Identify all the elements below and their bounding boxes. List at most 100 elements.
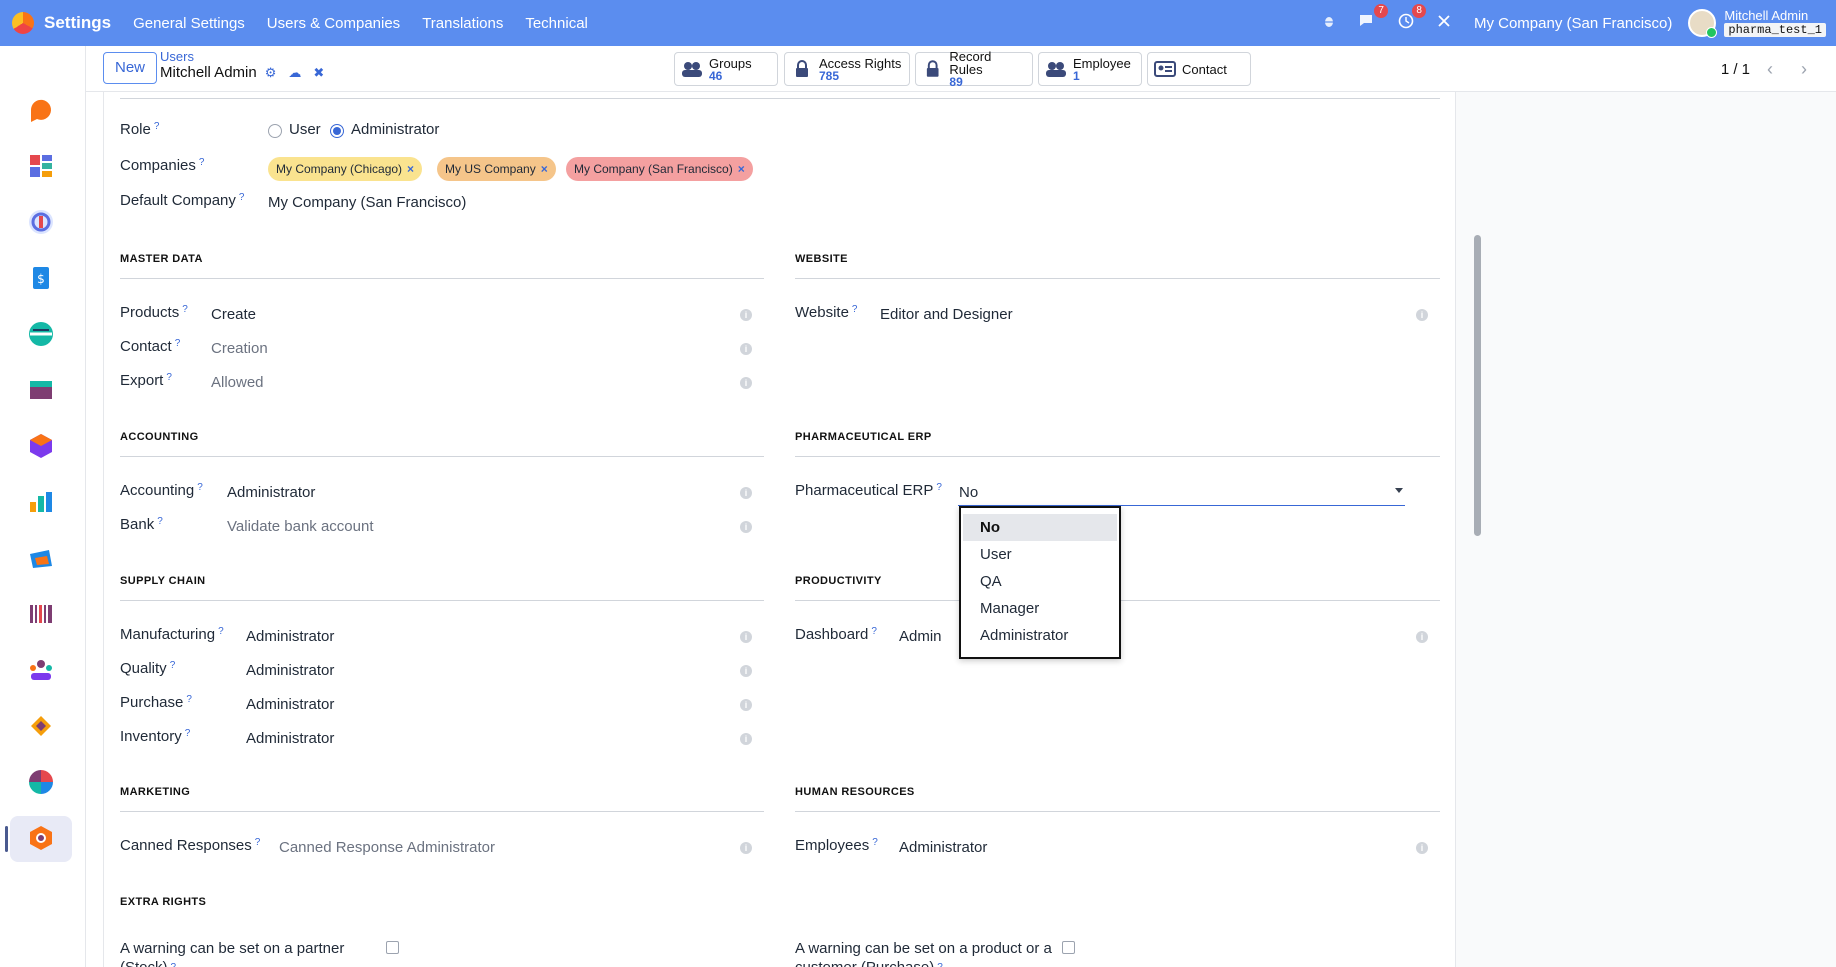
- export-value[interactable]: Allowed: [211, 374, 264, 391]
- menu-translations[interactable]: Translations: [422, 15, 503, 32]
- employees-value[interactable]: Administrator: [899, 839, 987, 856]
- role-label: Role?: [120, 121, 160, 138]
- purchase-app-icon[interactable]: [27, 544, 55, 572]
- analytics-app-icon[interactable]: [27, 768, 55, 796]
- chevron-down-icon[interactable]: [1395, 488, 1403, 493]
- user-avatar[interactable]: [1688, 9, 1718, 38]
- info-icon[interactable]: i: [740, 631, 752, 643]
- option-no[interactable]: No: [963, 514, 1117, 541]
- quality-value[interactable]: Administrator: [246, 662, 334, 679]
- company-switcher[interactable]: My Company (San Francisco): [1474, 15, 1672, 32]
- groups-smart-button[interactable]: Groups 46: [674, 52, 778, 86]
- info-icon[interactable]: i: [740, 665, 752, 677]
- info-icon[interactable]: i: [740, 487, 752, 499]
- role-admin-radio[interactable]: [330, 124, 344, 138]
- chat-icon[interactable]: 7: [1358, 4, 1388, 33]
- top-divider: [120, 98, 1440, 99]
- info-icon[interactable]: i: [740, 842, 752, 854]
- product-warning-checkbox[interactable]: [1062, 941, 1075, 954]
- pharma-app-icon[interactable]: [27, 208, 55, 236]
- pager-previous-icon[interactable]: ‹: [1756, 56, 1784, 82]
- export-label: Export?: [120, 372, 172, 389]
- products-value[interactable]: Create: [211, 306, 256, 323]
- gear-icon[interactable]: ⚙: [265, 64, 277, 82]
- app-name[interactable]: Settings: [44, 13, 111, 33]
- website-value[interactable]: Editor and Designer: [880, 306, 1013, 323]
- default-company-value[interactable]: My Company (San Francisco): [268, 194, 466, 211]
- scrollbar[interactable]: [1471, 92, 1485, 967]
- menu-users-companies[interactable]: Users & Companies: [267, 15, 400, 32]
- info-icon[interactable]: i: [1416, 842, 1428, 854]
- dashboards-app-icon[interactable]: [27, 152, 55, 180]
- tools-icon[interactable]: [1436, 13, 1452, 33]
- quality-label: Quality?: [120, 660, 176, 677]
- settings-app-icon[interactable]: [27, 824, 55, 852]
- dashboard-value[interactable]: Admin: [899, 628, 942, 645]
- record-rules-label: Record Rules: [949, 49, 992, 77]
- inventory-value[interactable]: Administrator: [246, 730, 334, 747]
- planning-app-icon[interactable]: [27, 712, 55, 740]
- breadcrumb-current: Mitchell Admin: [160, 64, 257, 81]
- contact-smart-button[interactable]: Contact: [1147, 52, 1251, 86]
- apps-menu-icon[interactable]: [12, 12, 34, 34]
- company-tag-us[interactable]: My US Company ×: [437, 157, 556, 181]
- employees-app-icon[interactable]: [27, 656, 55, 684]
- new-button[interactable]: New: [103, 52, 158, 84]
- menu-general-settings[interactable]: General Settings: [133, 15, 245, 32]
- purchase-label: Purchase?: [120, 694, 192, 711]
- option-user[interactable]: User: [963, 541, 1117, 568]
- info-icon[interactable]: i: [740, 377, 752, 389]
- company-tag-san-francisco[interactable]: My Company (San Francisco) ×: [566, 157, 753, 181]
- user-name: Mitchell Admin: [1724, 8, 1809, 23]
- menu-technical[interactable]: Technical: [525, 15, 588, 32]
- pharmaceutical-erp-select[interactable]: No: [959, 484, 978, 501]
- partner-warning-checkbox[interactable]: [386, 941, 399, 954]
- pager-next-icon[interactable]: ›: [1790, 56, 1818, 82]
- section-divider: [795, 278, 1440, 279]
- section-website: WEBSITE: [795, 253, 848, 265]
- option-qa[interactable]: QA: [963, 568, 1117, 595]
- accounting-label: Accounting?: [120, 482, 203, 499]
- scrollbar-thumb[interactable]: [1474, 235, 1481, 536]
- save-cloud-icon[interactable]: ☁: [288, 64, 301, 82]
- role-user-label[interactable]: User: [289, 121, 321, 138]
- info-icon[interactable]: i: [740, 521, 752, 533]
- info-icon[interactable]: i: [740, 733, 752, 745]
- website-label: Website?: [795, 304, 858, 321]
- canned-responses-value[interactable]: Canned Response Administrator: [279, 839, 495, 856]
- user-menu[interactable]: Mitchell Admin pharma_test_1: [1724, 9, 1826, 37]
- manufacturing-value[interactable]: Administrator: [246, 628, 334, 645]
- info-icon[interactable]: i: [740, 699, 752, 711]
- inventory-app-icon[interactable]: [27, 320, 55, 348]
- option-administrator[interactable]: Administrator: [963, 622, 1117, 649]
- contact-field-value[interactable]: Creation: [211, 340, 268, 357]
- role-user-radio[interactable]: [268, 124, 282, 138]
- barcode-app-icon[interactable]: [27, 600, 55, 628]
- role-admin-label[interactable]: Administrator: [351, 121, 439, 138]
- breadcrumb-parent[interactable]: Users: [160, 50, 324, 64]
- manufacturing-app-icon[interactable]: [27, 432, 55, 460]
- discard-icon[interactable]: ✖: [313, 64, 324, 82]
- info-icon[interactable]: i: [1416, 309, 1428, 321]
- company-tag-chicago[interactable]: My Company (Chicago) ×: [268, 157, 423, 181]
- info-icon[interactable]: i: [740, 343, 752, 355]
- info-icon[interactable]: i: [740, 309, 752, 321]
- quality-app-icon[interactable]: [27, 488, 55, 516]
- activity-clock-icon[interactable]: 8: [1398, 4, 1426, 33]
- purchase-value[interactable]: Administrator: [246, 696, 334, 713]
- accounting-value[interactable]: Administrator: [227, 484, 315, 501]
- access-rights-smart-button[interactable]: Access Rights 785: [784, 52, 910, 86]
- chat-badge: 7: [1374, 4, 1388, 18]
- employee-smart-button[interactable]: Employee 1: [1038, 52, 1142, 86]
- record-rules-smart-button[interactable]: Record Rules 89: [915, 49, 1033, 88]
- pager-value[interactable]: 1 / 1: [1721, 61, 1750, 78]
- discuss-app-icon[interactable]: [27, 96, 55, 124]
- invoicing-app-icon[interactable]: $: [27, 264, 55, 292]
- bank-value[interactable]: Validate bank account: [227, 518, 374, 535]
- accounting-app-icon[interactable]: [27, 376, 55, 404]
- debug-icon[interactable]: [1322, 14, 1336, 32]
- option-manager[interactable]: Manager: [963, 595, 1117, 622]
- info-icon[interactable]: i: [1416, 631, 1428, 643]
- access-rights-label: Access Rights: [819, 55, 902, 71]
- pharmaceutical-erp-dropdown: No User QA Manager Administrator: [959, 506, 1121, 659]
